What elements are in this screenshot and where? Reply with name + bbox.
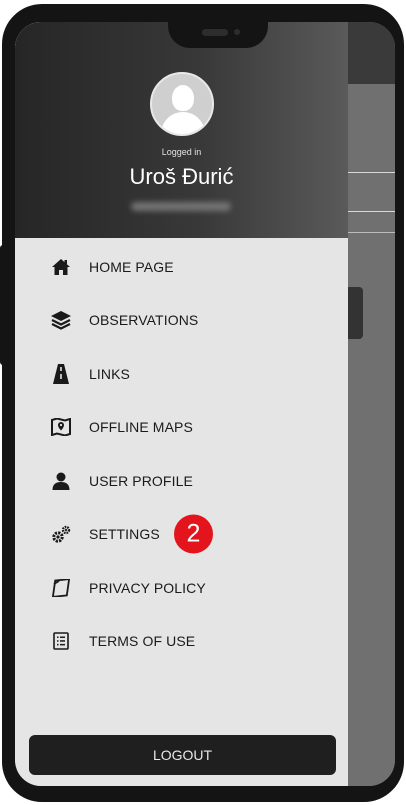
drawer-header: Logged in Uroš Đurić	[15, 22, 348, 238]
navigation-drawer: Logged in Uroš Đurić HOME PAGE OBSERVATI…	[15, 22, 348, 786]
road-icon	[50, 363, 72, 385]
menu-label: HOME PAGE	[89, 258, 174, 275]
avatar-body	[161, 112, 205, 134]
map-icon	[50, 416, 72, 438]
menu-item-settings[interactable]: SETTINGS 2	[15, 508, 348, 562]
speaker	[202, 29, 228, 36]
home-icon	[50, 256, 72, 278]
menu-label: TERMS OF USE	[89, 633, 196, 650]
avatar[interactable]	[150, 72, 214, 136]
menu-item-links[interactable]: LINKS	[15, 347, 348, 401]
front-camera	[234, 29, 240, 35]
menu-label: OBSERVATIONS	[89, 312, 199, 329]
logout-button[interactable]: LOGOUT	[29, 735, 336, 775]
menu-item-terms-of-use[interactable]: TERMS OF USE	[15, 615, 348, 669]
menu-item-observations[interactable]: OBSERVATIONS	[15, 294, 348, 348]
user-icon	[50, 470, 72, 492]
phone-frame: Logged in Uroš Đurić HOME PAGE OBSERVATI…	[2, 4, 404, 802]
side-button	[0, 245, 8, 365]
menu-label: OFFLINE MAPS	[89, 419, 193, 436]
policy-icon	[50, 577, 72, 599]
screen: Logged in Uroš Đurić HOME PAGE OBSERVATI…	[15, 22, 395, 786]
document-icon	[50, 630, 72, 652]
login-status: Logged in	[161, 147, 202, 157]
avatar-head	[172, 85, 194, 111]
menu-item-home[interactable]: HOME PAGE	[15, 240, 348, 294]
menu-item-privacy-policy[interactable]: PRIVACY POLICY	[15, 561, 348, 615]
layers-icon	[50, 309, 72, 331]
menu-item-user-profile[interactable]: USER PROFILE	[15, 454, 348, 508]
menu-label: USER PROFILE	[89, 472, 193, 489]
username: Uroš Đurić	[129, 164, 234, 189]
step-badge: 2	[174, 514, 213, 554]
menu-label: LINKS	[89, 365, 130, 382]
notch	[168, 22, 268, 48]
gears-icon	[50, 523, 72, 545]
menu-label: PRIVACY POLICY	[89, 579, 206, 596]
menu-label: SETTINGS	[89, 526, 160, 543]
blurred-email	[131, 202, 231, 211]
menu-item-offline-maps[interactable]: OFFLINE MAPS	[15, 401, 348, 455]
drawer-menu: HOME PAGE OBSERVATIONS LINKS OFFLINE MAP…	[15, 240, 348, 668]
